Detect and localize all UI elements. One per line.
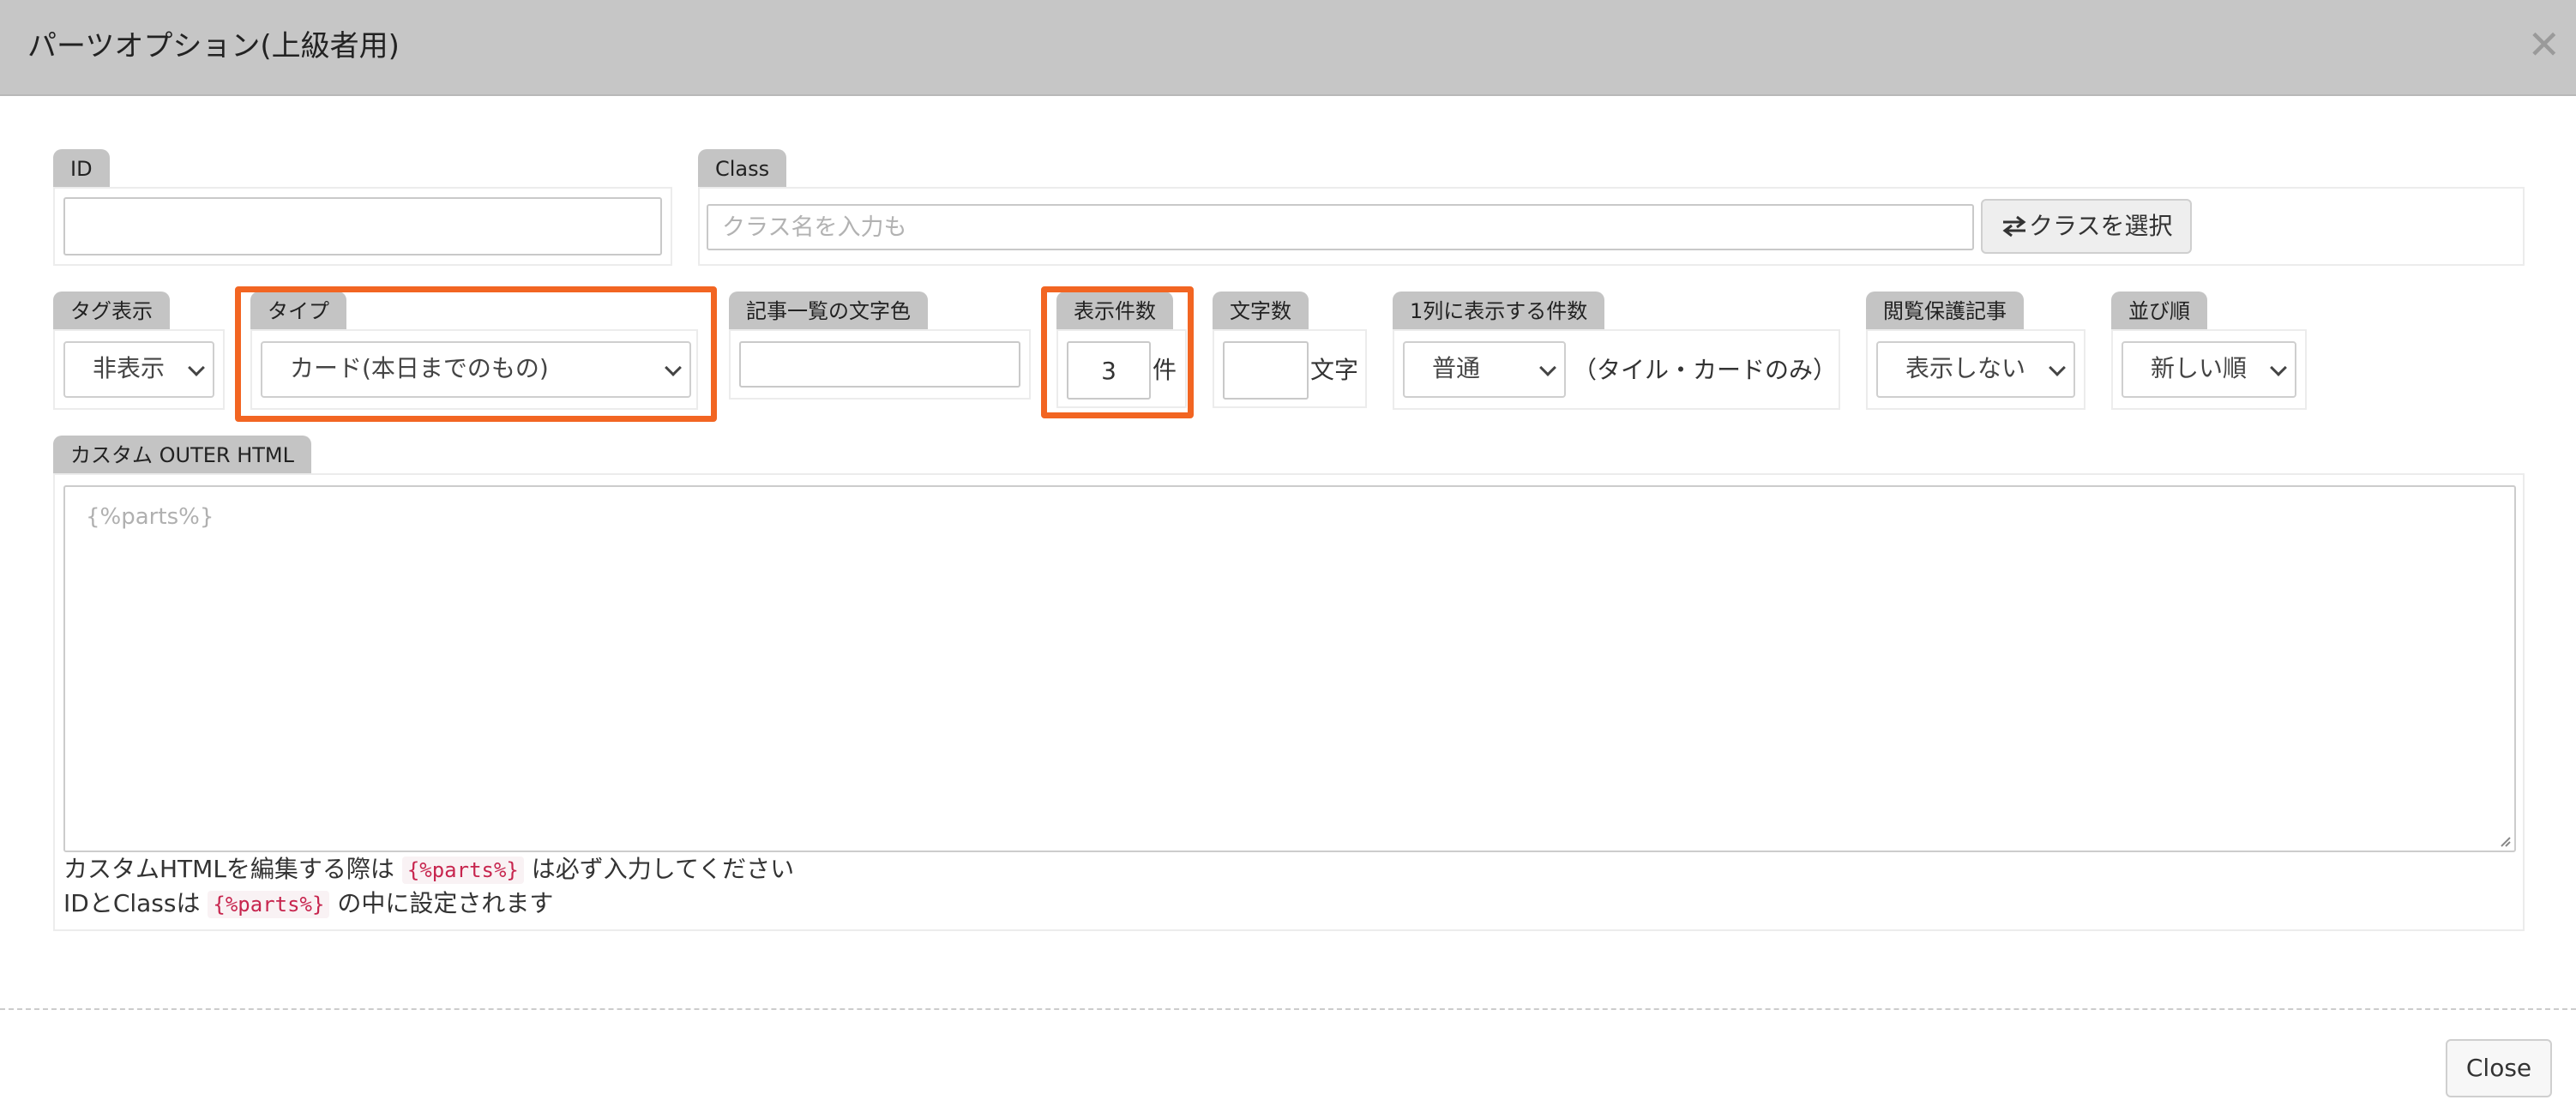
text-color-input[interactable] xyxy=(739,341,1020,388)
id-input[interactable] xyxy=(63,197,662,255)
help1-text-after: は必ず入力してください xyxy=(531,855,795,883)
protected-select[interactable]: 表示しない xyxy=(1876,341,2075,398)
chevron-down-icon xyxy=(2270,359,2287,376)
class-label: Class xyxy=(698,149,787,187)
select-class-button[interactable]: クラスを選択 xyxy=(1981,199,2192,254)
swap-arrows-icon xyxy=(2002,215,2026,237)
outer-html-help-2: IDとClassは {%parts%} の中に設定されます xyxy=(63,887,553,922)
sort-select[interactable]: 新しい順 xyxy=(2122,341,2296,398)
help1-code: {%parts%} xyxy=(401,857,524,884)
help2-code: {%parts%} xyxy=(208,891,330,918)
tag-display-label: タグ表示 xyxy=(53,292,170,329)
per-row-note: （タイル・カードのみ） xyxy=(1573,356,1838,384)
chevron-down-icon xyxy=(1539,359,1556,376)
chevron-down-icon xyxy=(2049,359,2066,376)
per-row-select[interactable]: 普通 xyxy=(1403,341,1566,398)
id-label: ID xyxy=(53,149,110,187)
protected-label: 閲覧保護記事 xyxy=(1866,292,2024,329)
help1-text-before: カスタムHTMLを編集する際は xyxy=(63,855,394,883)
per-row-label: 1列に表示する件数 xyxy=(1393,292,1605,329)
type-label: タイプ xyxy=(250,292,346,329)
resize-handle-icon[interactable] xyxy=(2497,833,2511,847)
char-count-input[interactable] xyxy=(1223,341,1309,400)
help2-text-after: の中に設定されます xyxy=(337,889,554,917)
select-class-label: クラスを選択 xyxy=(2029,212,2173,240)
chevron-down-icon xyxy=(188,359,205,376)
char-count-unit: 文字 xyxy=(1310,356,1359,384)
close-icon[interactable]: ✕ xyxy=(2527,22,2561,67)
class-input[interactable] xyxy=(707,204,1974,250)
footer-divider xyxy=(0,1008,2576,1010)
modal-header: パーツオプション(上級者用) ✕ xyxy=(0,0,2576,96)
per-row-value: 普通 xyxy=(1432,354,1481,382)
outer-html-textarea[interactable]: {%parts%} xyxy=(63,485,2516,852)
chevron-down-icon xyxy=(665,359,682,376)
item-count-unit: 件 xyxy=(1153,356,1177,384)
help2-text-before: IDとClassは xyxy=(63,889,201,917)
item-count-label: 表示件数 xyxy=(1056,292,1173,329)
sort-value: 新しい順 xyxy=(2151,354,2248,382)
char-count-label: 文字数 xyxy=(1213,292,1309,329)
tag-display-value: 非表示 xyxy=(93,354,166,382)
sort-label: 並び順 xyxy=(2111,292,2207,329)
modal-title: パーツオプション(上級者用) xyxy=(27,29,400,63)
outer-html-help-1: カスタムHTMLを編集する際は {%parts%} は必ず入力してください xyxy=(63,852,794,887)
type-select[interactable]: カード(本日までのもの) xyxy=(261,341,691,398)
outer-html-placeholder: {%parts%} xyxy=(86,504,214,530)
item-count-input[interactable] xyxy=(1067,341,1151,400)
text-color-label: 記事一覧の文字色 xyxy=(729,292,928,329)
protected-value: 表示しない xyxy=(1905,354,2026,382)
close-button[interactable]: Close xyxy=(2446,1039,2552,1097)
outer-html-label: カスタム OUTER HTML xyxy=(53,436,311,473)
tag-display-select[interactable]: 非表示 xyxy=(63,341,214,398)
type-value: カード(本日までのもの) xyxy=(290,354,549,382)
